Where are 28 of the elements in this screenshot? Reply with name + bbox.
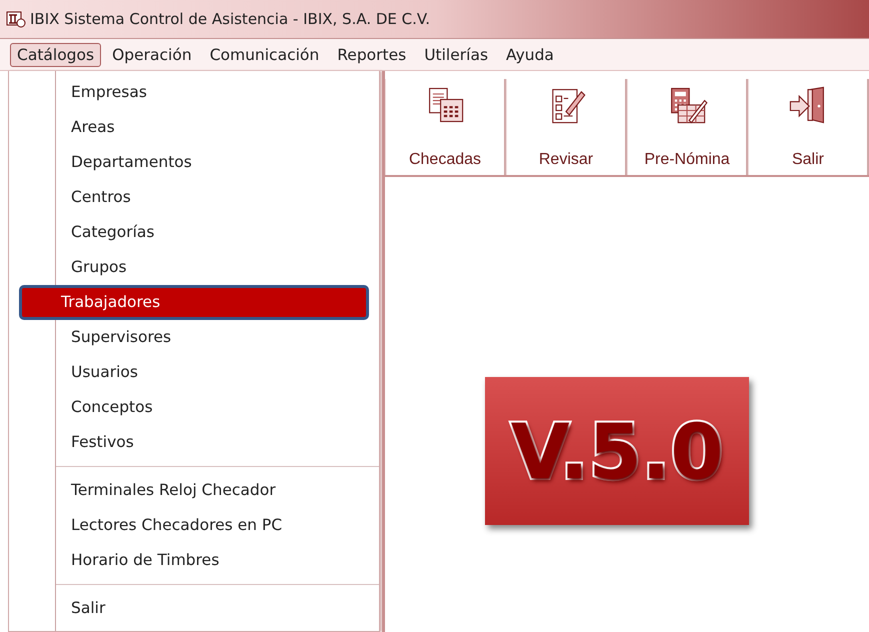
menu-item[interactable]: Conceptos	[13, 390, 375, 425]
menu-item[interactable]: Catálogos	[10, 42, 102, 66]
menu-item[interactable]: Salir	[13, 591, 375, 626]
menu-item[interactable]: Operación	[105, 42, 199, 66]
menu-item[interactable]: Trabajadores	[19, 285, 369, 320]
menu-item[interactable]: Departamentos	[13, 145, 375, 180]
menu-item[interactable]: Centros	[13, 180, 375, 215]
menu-item[interactable]: Comunicación	[202, 42, 326, 66]
version-logo: V.5.0	[485, 377, 749, 525]
toolbar-button[interactable]: Checadas	[385, 79, 506, 175]
menu-item[interactable]: Grupos	[13, 250, 375, 285]
menu-item[interactable]: Empresas	[13, 75, 375, 110]
menu-item[interactable]: Lectores Checadores en PC	[13, 508, 375, 543]
menu-item[interactable]: Categorías	[13, 215, 375, 250]
toolbar-button[interactable]: Pre-Nómina	[627, 79, 748, 175]
menu-item[interactable]: Supervisores	[13, 320, 375, 355]
menu-item[interactable]: Usuarios	[13, 355, 375, 390]
toolbar-button[interactable]: Salir	[748, 79, 869, 175]
menu-item[interactable]: Terminales Reloj Checador	[13, 473, 375, 508]
menu-item[interactable]: Utilerías	[417, 42, 496, 66]
menu-item[interactable]: Reportes	[330, 42, 414, 66]
menu-item[interactable]: Horario de Timbres	[13, 543, 375, 578]
menu-item[interactable]: Ayuda	[499, 42, 561, 66]
menu-item[interactable]: Areas	[13, 110, 375, 145]
toolbar-button[interactable]: Revisar	[506, 79, 627, 175]
menu-item[interactable]: Festivos	[13, 425, 375, 460]
window-title: IBIX Sistema Control de Asistencia - IBIX, S.A. DE C.V.	[30, 10, 430, 28]
app-icon	[6, 10, 26, 28]
